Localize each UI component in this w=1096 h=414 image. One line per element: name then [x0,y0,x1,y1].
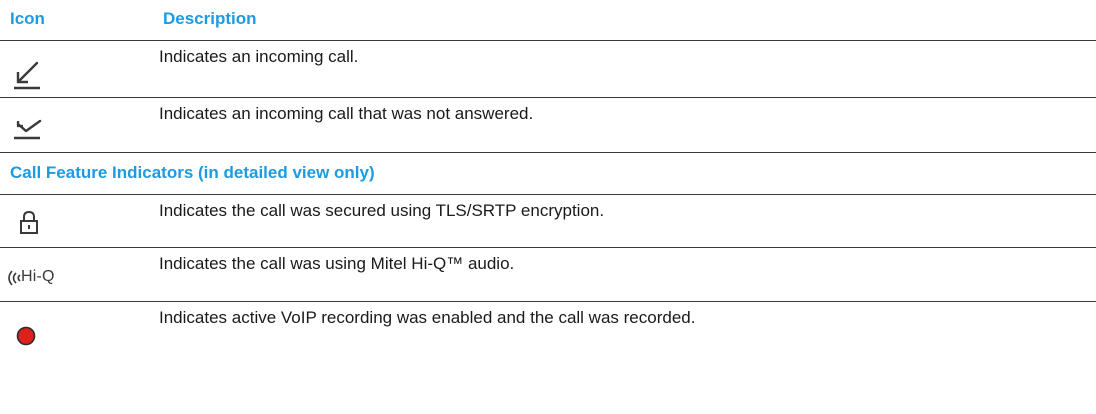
row-description: Indicates the call was using Mitel Hi-Q™… [159,254,515,273]
icon-cell [0,98,150,152]
row-description: Indicates an incoming call that was not … [159,104,534,123]
table-row: Indicates the call was secured using TLS… [0,195,1096,248]
audio-waves-icon [8,270,21,286]
icon-cell: Hi-Q [0,248,150,301]
hi-q-icon: Hi-Q [21,268,55,285]
table-row: Hi-Q Indicates the call was using Mitel … [0,248,1096,302]
table-header-row: Icon Description [0,0,1096,41]
incoming-call-icon [14,61,40,90]
table-row: Indicates active VoIP recording was enab… [0,302,1096,356]
recording-icon [16,326,36,346]
row-description: Indicates the call was secured using TLS… [159,201,605,220]
icon-cell [0,195,150,247]
header-description-label: Description [163,9,257,28]
icon-cell [0,41,150,97]
icon-cell [0,302,150,356]
row-description: Indicates an incoming call. [159,47,359,66]
section-title: Call Feature Indicators (in detailed vie… [10,163,375,182]
row-description: Indicates active VoIP recording was enab… [159,308,696,327]
missed-call-icon [14,119,42,140]
header-icon-label: Icon [10,9,45,28]
section-header-row: Call Feature Indicators (in detailed vie… [0,153,1096,195]
icon-description-table: Icon Description Indicates an incoming c… [0,0,1096,356]
lock-icon [20,210,38,234]
table-row: Indicates an incoming call that was not … [0,98,1096,153]
table-row: Indicates an incoming call. [0,41,1096,98]
